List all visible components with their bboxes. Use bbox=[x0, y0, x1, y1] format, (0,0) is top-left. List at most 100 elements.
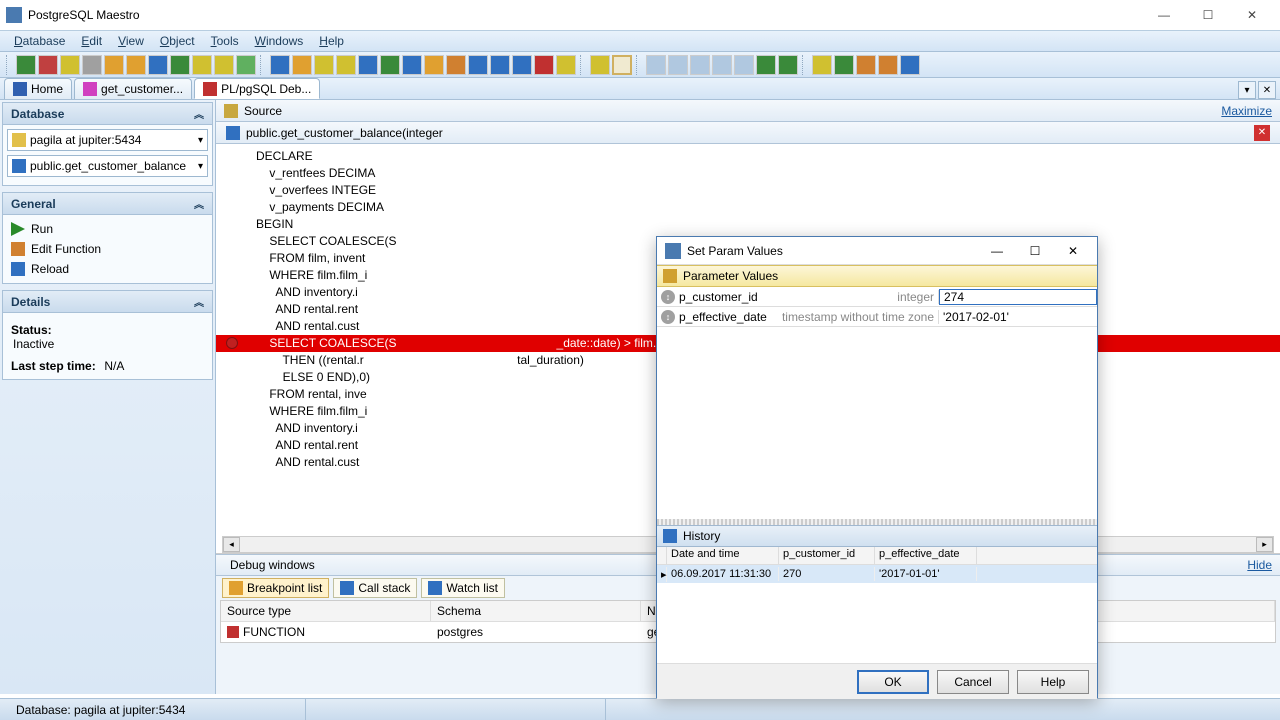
history-row[interactable]: ▸ 06.09.2017 11:31:30 270 '2017-01-01' bbox=[657, 565, 1097, 583]
database-panel-header[interactable]: Database︽ bbox=[2, 102, 213, 125]
menu-database[interactable]: Database bbox=[6, 32, 73, 50]
close-function-button[interactable]: ✕ bbox=[1254, 125, 1270, 141]
forward-icon[interactable] bbox=[778, 55, 798, 75]
function-select[interactable]: public.get_customer_balance▾ bbox=[7, 155, 208, 177]
maximize-link[interactable]: Maximize bbox=[1221, 104, 1272, 118]
gear-icon[interactable] bbox=[556, 55, 576, 75]
scroll-left-icon[interactable]: ◂ bbox=[223, 537, 240, 552]
query-icon[interactable] bbox=[148, 55, 168, 75]
tool2-icon[interactable] bbox=[214, 55, 234, 75]
scroll-right-icon[interactable]: ▸ bbox=[1256, 537, 1273, 552]
web-icon[interactable] bbox=[834, 55, 854, 75]
dialog-title: Set Param Values bbox=[687, 244, 975, 258]
tab-get-customer[interactable]: get_customer... bbox=[74, 78, 192, 99]
hist-col-customer[interactable]: p_customer_id bbox=[779, 547, 875, 564]
mail2-icon[interactable] bbox=[878, 55, 898, 75]
menu-help[interactable]: Help bbox=[311, 32, 352, 50]
tool5-icon[interactable] bbox=[468, 55, 488, 75]
window4-icon[interactable] bbox=[712, 55, 732, 75]
window5-icon[interactable] bbox=[734, 55, 754, 75]
close-button[interactable]: ✕ bbox=[1230, 0, 1274, 30]
hist-col-date[interactable]: Date and time bbox=[667, 547, 779, 564]
hist-col-date2[interactable]: p_effective_date bbox=[875, 547, 977, 564]
action-label: Run bbox=[31, 222, 53, 236]
param-value-input[interactable]: 274 bbox=[939, 289, 1097, 305]
run-action[interactable]: Run bbox=[7, 219, 208, 239]
run-icon[interactable] bbox=[170, 55, 190, 75]
menu-view[interactable]: View bbox=[110, 32, 152, 50]
grid-icon[interactable] bbox=[104, 55, 124, 75]
reload-action[interactable]: Reload bbox=[7, 259, 208, 279]
code-line[interactable]: v_rentfees DECIMA bbox=[216, 165, 1280, 182]
param-value-input[interactable]: '2017-02-01' bbox=[939, 310, 1097, 324]
general-panel-header[interactable]: General︽ bbox=[2, 192, 213, 215]
dialog-maximize-button[interactable]: ☐ bbox=[1019, 239, 1051, 263]
watch-icon bbox=[428, 581, 442, 595]
code-line[interactable]: BEGIN bbox=[216, 216, 1280, 233]
tab-dropdown-button[interactable]: ▾ bbox=[1238, 81, 1256, 99]
cancel-button[interactable]: Cancel bbox=[937, 670, 1009, 694]
help-icon[interactable] bbox=[900, 55, 920, 75]
edit-icon[interactable] bbox=[82, 55, 102, 75]
breakpoint-marker[interactable] bbox=[226, 337, 238, 349]
cube-icon[interactable] bbox=[380, 55, 400, 75]
col-schema[interactable]: Schema bbox=[431, 601, 641, 621]
globe-icon[interactable] bbox=[358, 55, 378, 75]
filter-active-icon[interactable] bbox=[612, 55, 632, 75]
tool-icon[interactable] bbox=[192, 55, 212, 75]
ok-button[interactable]: OK bbox=[857, 670, 929, 694]
hist-cell: 06.09.2017 11:31:30 bbox=[667, 567, 779, 581]
help-button[interactable]: Help bbox=[1017, 670, 1089, 694]
tab-breakpoint-list[interactable]: Breakpoint list bbox=[222, 578, 329, 598]
param-row[interactable]: ↕p_effective_datetimestamp without time … bbox=[657, 307, 1097, 327]
tab-close-button[interactable]: ✕ bbox=[1258, 81, 1276, 99]
details-panel-header[interactable]: Details︽ bbox=[2, 290, 213, 313]
dialog-minimize-button[interactable]: — bbox=[981, 239, 1013, 263]
db-icon[interactable] bbox=[60, 55, 80, 75]
bug-icon[interactable] bbox=[534, 55, 554, 75]
db-add-icon[interactable] bbox=[16, 55, 36, 75]
menu-windows[interactable]: Windows bbox=[247, 32, 312, 50]
edit2-icon[interactable] bbox=[314, 55, 334, 75]
box-icon[interactable] bbox=[446, 55, 466, 75]
db-remove-icon[interactable] bbox=[38, 55, 58, 75]
code-line[interactable]: DECLARE bbox=[216, 148, 1280, 165]
tool7-icon[interactable] bbox=[512, 55, 532, 75]
tab-debugger[interactable]: PL/pgSQL Deb... bbox=[194, 78, 320, 99]
edit3-icon[interactable] bbox=[336, 55, 356, 75]
home-icon[interactable] bbox=[812, 55, 832, 75]
dialog-close-button[interactable]: ✕ bbox=[1057, 239, 1089, 263]
database-select[interactable]: pagila at jupiter:5434▾ bbox=[7, 129, 208, 151]
tool3-icon[interactable] bbox=[236, 55, 256, 75]
window2-icon[interactable] bbox=[668, 55, 688, 75]
minimize-button[interactable]: — bbox=[1142, 0, 1186, 30]
maximize-button[interactable]: ☐ bbox=[1186, 0, 1230, 30]
menu-edit[interactable]: Edit bbox=[73, 32, 110, 50]
param-name-cell: ↕p_effective_datetimestamp without time … bbox=[657, 310, 939, 324]
window-icon[interactable] bbox=[646, 55, 666, 75]
collapse-icon: ︽ bbox=[194, 106, 204, 121]
history-header-row: Date and time p_customer_id p_effective_… bbox=[657, 547, 1097, 565]
filter-icon[interactable] bbox=[590, 55, 610, 75]
window3-icon[interactable] bbox=[690, 55, 710, 75]
tab-call-stack[interactable]: Call stack bbox=[333, 578, 417, 598]
image-icon[interactable] bbox=[402, 55, 422, 75]
param-row[interactable]: ↕p_customer_idinteger 274 bbox=[657, 287, 1097, 307]
code-line[interactable]: v_payments DECIMA bbox=[216, 199, 1280, 216]
hide-link[interactable]: Hide bbox=[1247, 558, 1272, 572]
menu-tools[interactable]: Tools bbox=[203, 32, 247, 50]
table-icon[interactable] bbox=[126, 55, 146, 75]
tab-home[interactable]: Home bbox=[4, 78, 72, 99]
chart-icon[interactable] bbox=[292, 55, 312, 75]
fn-tab-icon bbox=[83, 82, 97, 96]
tab-watch-list[interactable]: Watch list bbox=[421, 578, 505, 598]
edit-function-action[interactable]: Edit Function bbox=[7, 239, 208, 259]
col-source-type[interactable]: Source type bbox=[221, 601, 431, 621]
tool6-icon[interactable] bbox=[490, 55, 510, 75]
code-line[interactable]: v_overfees INTEGE bbox=[216, 182, 1280, 199]
mail-icon[interactable] bbox=[856, 55, 876, 75]
doc-icon[interactable] bbox=[270, 55, 290, 75]
back-icon[interactable] bbox=[756, 55, 776, 75]
tool4-icon[interactable] bbox=[424, 55, 444, 75]
menu-object[interactable]: Object bbox=[152, 32, 203, 50]
